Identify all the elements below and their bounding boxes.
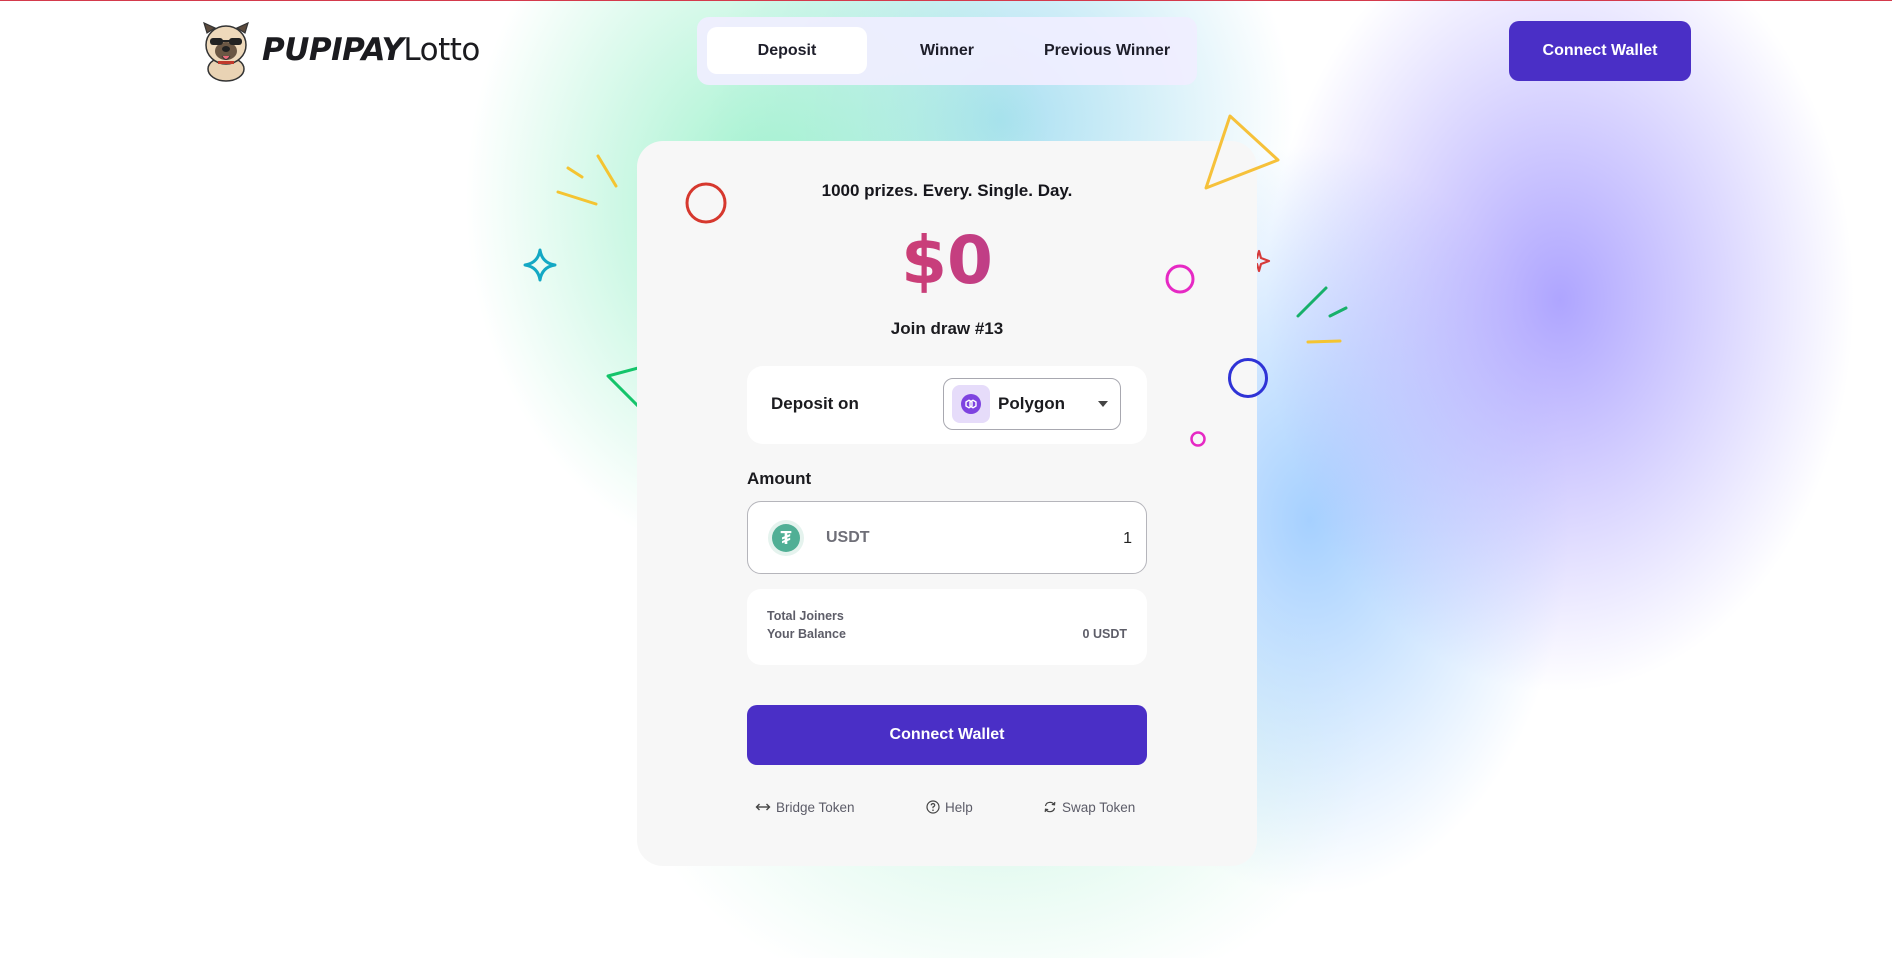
swap-token-label: Swap Token <box>1062 799 1136 815</box>
circle-magenta-outline <box>1165 264 1195 294</box>
polygon-icon <box>952 385 990 423</box>
deposit-on-label: Deposit on <box>771 394 859 413</box>
circle-magenta-small-outline <box>1190 431 1206 447</box>
swap-token-link[interactable]: Swap Token <box>1043 797 1135 817</box>
circle-blue-outline <box>1228 358 1268 398</box>
tether-icon: ₮ <box>768 520 804 556</box>
help-circle-icon <box>926 800 940 814</box>
total-joiners-label: Total Joiners <box>767 609 844 623</box>
confetti-lines-right <box>1296 286 1348 344</box>
bridge-token-label: Bridge Token <box>776 799 855 815</box>
header-connect-wallet-button[interactable]: Connect Wallet <box>1509 21 1691 81</box>
logo[interactable]: PUPIPAYLotto <box>200 14 480 86</box>
confetti-lines-yellow-left <box>556 154 618 206</box>
sparkle-cyan-icon <box>523 248 557 282</box>
swap-refresh-icon <box>1044 801 1056 813</box>
balance-label: Your Balance <box>767 627 846 641</box>
help-link[interactable]: Help <box>926 797 973 817</box>
top-border <box>0 0 1892 1</box>
connect-wallet-button[interactable]: Connect Wallet <box>747 705 1147 765</box>
stats-box: Total Joiners Your Balance 0 USDT <box>747 589 1147 665</box>
help-label: Help <box>945 799 973 815</box>
nav-tabs: Deposit Winner Previous Winner <box>697 17 1197 85</box>
brand-name: PUPIPAYLotto <box>262 32 480 68</box>
tab-winner[interactable]: Winner <box>867 27 1027 74</box>
bridge-token-link[interactable]: Bridge Token <box>755 797 855 817</box>
tab-deposit[interactable]: Deposit <box>707 27 867 74</box>
amount-label: Amount <box>747 469 812 488</box>
deposit-network-row: Deposit on Polygon <box>747 366 1147 444</box>
tagline: 1000 prizes. Every. Single. Day. <box>821 181 1073 200</box>
deposit-card: 1000 prizes. Every. Single. Day. $0 Join… <box>637 141 1257 866</box>
pug-mascot-icon <box>203 21 249 82</box>
circle-red-outline <box>685 182 727 224</box>
network-name: Polygon <box>998 394 1066 413</box>
tab-previous-winner[interactable]: Previous Winner <box>1027 27 1187 74</box>
balance-value: 0 USDT <box>1082 627 1127 641</box>
amount-field[interactable]: ₮ USDT <box>747 501 1147 574</box>
arrows-horizontal-icon <box>755 803 771 811</box>
chevron-down-icon <box>1098 401 1108 407</box>
amount-currency: USDT <box>826 529 870 546</box>
amount-input[interactable] <box>930 522 1134 556</box>
draw-label: Join draw #13 <box>890 319 1004 338</box>
triangle-yellow-outline <box>1204 114 1280 190</box>
network-select[interactable]: Polygon <box>943 378 1121 430</box>
